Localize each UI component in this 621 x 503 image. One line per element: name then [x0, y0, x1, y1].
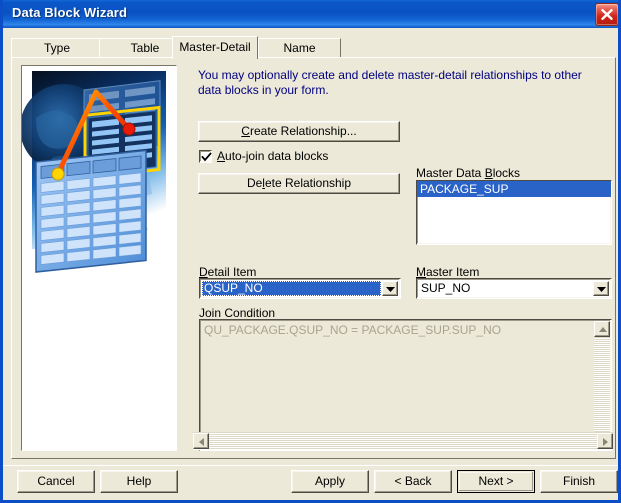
delete-relationship-button[interactable]: Delete Relationship: [198, 173, 400, 194]
chevron-down-icon[interactable]: [593, 281, 609, 296]
master-item-combobox[interactable]: SUP_NO: [416, 278, 612, 299]
tab-page-master-detail: You may optionally create and delete mas…: [11, 57, 616, 459]
tab-name[interactable]: Name: [258, 38, 341, 58]
window-titlebar: Data Block Wizard: [3, 0, 621, 28]
tab-type[interactable]: Type: [11, 38, 103, 58]
next-label: Next >: [478, 474, 513, 488]
detail-item-value: QSUP_NO: [202, 281, 381, 296]
wizard-tabs: Type Table Master-Detail Name: [11, 36, 616, 58]
create-relationship-button[interactable]: Create Relationship...: [198, 121, 400, 142]
apply-button[interactable]: Apply: [291, 470, 369, 493]
auto-join-label: Auto-join data blocks: [217, 149, 328, 163]
master-data-blocks-listbox[interactable]: PACKAGE_SUP: [416, 180, 612, 245]
detail-item-combobox[interactable]: QSUP_NO: [199, 278, 401, 299]
join-condition-vertical-scrollbar[interactable]: [594, 321, 610, 449]
close-icon[interactable]: [595, 3, 619, 26]
join-condition-label: Join Condition: [199, 306, 275, 320]
help-button[interactable]: Help: [100, 470, 178, 493]
page-description: You may optionally create and delete mas…: [198, 68, 608, 98]
finish-label: Finish: [563, 474, 595, 488]
back-button[interactable]: < Back: [374, 470, 452, 493]
cancel-label: Cancel: [37, 474, 74, 488]
list-item[interactable]: PACKAGE_SUP: [417, 181, 611, 197]
finish-button[interactable]: Finish: [540, 470, 618, 493]
delete-relationship-label: Delete Relationship: [247, 176, 351, 190]
scroll-left-icon[interactable]: [193, 433, 209, 449]
auto-join-data-blocks-checkbox[interactable]: Auto-join data blocks: [199, 148, 328, 164]
create-relationship-label: Create Relationship...: [241, 124, 356, 138]
wizard-illustration: [21, 65, 177, 451]
chevron-down-icon[interactable]: [382, 281, 398, 296]
page-horizontal-scrollbar[interactable]: [193, 432, 613, 450]
tab-master-detail[interactable]: Master-Detail: [172, 36, 258, 59]
checkbox-box[interactable]: [199, 150, 212, 163]
master-item-value: SUP_NO: [419, 281, 592, 296]
master-item-label: Master Item: [416, 265, 479, 279]
scroll-up-icon[interactable]: [594, 321, 610, 337]
join-condition-value: QU_PACKAGE.QSUP_NO = PACKAGE_SUP.SUP_NO: [204, 323, 591, 338]
help-label: Help: [127, 474, 152, 488]
wizard-footer: Cancel Help Apply < Back Next > Finish: [3, 462, 618, 497]
cancel-button[interactable]: Cancel: [17, 470, 95, 493]
master-data-blocks-label: Master Data Blocks: [416, 166, 520, 180]
data-block-wizard-window: Data Block Wizard Type Table Master-Deta…: [0, 0, 621, 503]
next-button[interactable]: Next >: [457, 470, 535, 493]
apply-label: Apply: [315, 474, 345, 488]
scroll-right-icon[interactable]: [597, 433, 613, 449]
window-title: Data Block Wizard: [12, 5, 127, 20]
detail-item-label: Detail Item: [199, 265, 256, 279]
back-label: < Back: [394, 474, 431, 488]
